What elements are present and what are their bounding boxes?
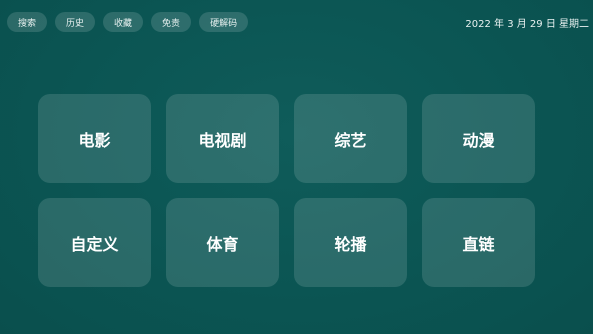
disclaimer-button[interactable]: 免责: [151, 12, 192, 32]
category-tile-direct-link[interactable]: 直链: [422, 198, 535, 287]
category-tile-tv-series[interactable]: 电视剧: [166, 94, 279, 183]
top-toolbar: 搜索 历史 收藏 免责 硬解码: [7, 12, 249, 32]
favorites-button[interactable]: 收藏: [103, 12, 144, 32]
category-tile-variety[interactable]: 综艺: [294, 94, 407, 183]
search-button[interactable]: 搜索: [7, 12, 48, 32]
category-tile-sports[interactable]: 体育: [166, 198, 279, 287]
category-tile-anime[interactable]: 动漫: [422, 94, 535, 183]
history-button[interactable]: 历史: [55, 12, 96, 32]
category-tile-carousel[interactable]: 轮播: [294, 198, 407, 287]
category-grid: 电影 电视剧 综艺 动漫 自定义 体育 轮播 直链: [38, 94, 535, 287]
hardware-decode-button[interactable]: 硬解码: [199, 12, 249, 32]
date-display: 2022 年 3 月 29 日 星期二: [465, 19, 589, 30]
category-tile-custom[interactable]: 自定义: [38, 198, 151, 287]
category-tile-movies[interactable]: 电影: [38, 94, 151, 183]
